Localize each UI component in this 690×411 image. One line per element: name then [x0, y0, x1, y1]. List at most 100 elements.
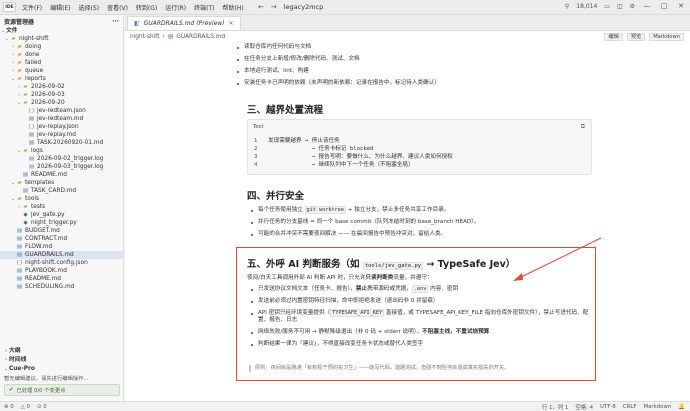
- menu-help[interactable]: 帮助(H): [222, 3, 243, 12]
- tree-file[interactable]: ▤ GUARDRAILS.md: [0, 251, 123, 259]
- tree-file[interactable]: {} night-shift.config.json: [0, 259, 123, 267]
- tree-folder[interactable]: › ▰ 2026-09-02: [0, 83, 123, 91]
- tree-folder[interactable]: ⌄ ▰ templates: [0, 179, 123, 187]
- preview-mode-button[interactable]: 预览: [626, 33, 646, 41]
- list-item: 每个任务使用独立 git worktree + 独立分支，禁止多任务共享工作目录…: [247, 206, 597, 214]
- markdown-file-icon: ▤: [167, 34, 174, 40]
- tree-file[interactable]: ◆ jev_gate.py: [0, 211, 123, 219]
- tree-file[interactable]: ▤ SCHEDULING.md: [0, 283, 123, 291]
- tree-folder[interactable]: ⌄ ▰ logs: [0, 147, 123, 155]
- layout-icon[interactable]: ▭: [604, 3, 610, 10]
- line-ending[interactable]: CRLF: [623, 404, 637, 410]
- menu-file[interactable]: 文件(F): [22, 3, 42, 12]
- encoding[interactable]: UTF-8: [600, 404, 616, 410]
- tree-folder[interactable]: › ▰ doing: [0, 43, 123, 51]
- warnings-indicator[interactable]: △ 0: [21, 404, 30, 410]
- tree-file[interactable]: ▤ README.md: [0, 171, 123, 179]
- tree-folder[interactable]: ⌄ ▰ night-shift: [0, 35, 123, 43]
- copy-icon[interactable]: ⧉: [581, 123, 585, 131]
- title-right: ⚲ 18,014 ▭ ◫ ⚙ — □ ✕: [565, 2, 686, 10]
- section-files-header[interactable]: ⌄ 文件: [0, 27, 123, 35]
- edit-mode-button[interactable]: 编辑: [604, 33, 623, 41]
- folder-icon: ▰: [17, 180, 22, 186]
- menu-view[interactable]: 查看(V): [107, 3, 128, 12]
- title-center: ← → legacy2mcp: [258, 3, 323, 11]
- tree-file[interactable]: ▤ PLAYBOOK.md: [0, 267, 123, 275]
- section-timeline-label: 时间线: [9, 357, 27, 363]
- tree-item-label: reports: [25, 76, 46, 82]
- tree-folder[interactable]: › ▰ 2026-09-03: [0, 91, 123, 99]
- notifications-icon[interactable]: 🔔: [678, 404, 685, 410]
- tab-close-icon[interactable]: ✕: [229, 20, 234, 27]
- tree-folder[interactable]: › ▰ tests: [0, 203, 123, 211]
- tree-file[interactable]: ▤ 2026-09-02_trigger.log: [0, 155, 123, 163]
- account-icon[interactable]: ⚲: [565, 3, 569, 10]
- nav-forward-icon[interactable]: →: [271, 3, 277, 11]
- list-item: 可能的合并冲突不需要夜间解决 —— 在晨间报告中预告冲突对，留给人类。: [247, 231, 597, 238]
- markdown-mode-button[interactable]: Markdown: [649, 33, 684, 41]
- tree-file[interactable]: ▤ TASK_CARD.md: [0, 187, 123, 195]
- tree-file[interactable]: ▤ BUDGET.md: [0, 227, 123, 235]
- menu-go[interactable]: 转到(G): [136, 3, 157, 12]
- project-name[interactable]: legacy2mcp: [284, 3, 324, 11]
- section-outline[interactable]: › 大纲: [0, 347, 123, 356]
- tree-file[interactable]: ▤ jev-replay.md: [0, 131, 123, 139]
- markdown-preview-icon: ◧: [134, 20, 140, 27]
- breadcrumb-item-file[interactable]: GUARDRAILS.md: [176, 34, 225, 40]
- code-line: 4 → 继续队列中下一个任务（不阻塞全局）: [254, 162, 414, 168]
- indentation[interactable]: 空格: 4: [575, 403, 593, 411]
- maximize-button[interactable]: □: [659, 2, 669, 10]
- breadcrumb-sep: ›: [162, 34, 165, 40]
- markdown-file-icon: ▤: [16, 284, 23, 290]
- folder-icon: ▰: [23, 100, 28, 106]
- tree-item-label: night_trigger.py: [31, 220, 77, 226]
- tree-item-label: doing: [25, 44, 42, 50]
- menu-selection[interactable]: 选择(S): [79, 3, 100, 12]
- tree-item-label: PLAYBOOK.md: [25, 268, 67, 274]
- menu-run[interactable]: 运行(R): [165, 3, 186, 12]
- folder-icon: ▰: [23, 148, 28, 154]
- tree-item-label: done: [25, 52, 40, 58]
- more-actions-icon[interactable]: ···: [112, 18, 119, 25]
- tree-item-label: TASK-20260920-01.md: [37, 140, 104, 146]
- markdown-file-icon: ▤: [22, 172, 29, 178]
- menu-edit[interactable]: 编辑(E): [50, 3, 70, 12]
- tree-item-label: 2026-09-20: [31, 100, 65, 106]
- json-file-icon: {}: [16, 260, 23, 266]
- tree-file[interactable]: ▤ CONTRACT.md: [0, 235, 123, 243]
- tree-file[interactable]: ▤ 2026-09-03_trigger.log: [0, 163, 123, 171]
- tree-folder[interactable]: › ▰ queue: [0, 67, 123, 75]
- tree-file[interactable]: ▤ jev-redteam.md: [0, 115, 123, 123]
- tree-file[interactable]: {} jev-redteam.json: [0, 107, 123, 115]
- folder-icon: ▰: [23, 92, 28, 98]
- tree-folder[interactable]: › ▰ failed: [0, 59, 123, 67]
- markdown-file-icon: ▤: [16, 244, 23, 250]
- tree-folder[interactable]: ⌄ ▰ reports: [0, 75, 123, 83]
- language-mode[interactable]: Markdown: [643, 404, 671, 410]
- tree-file[interactable]: ▤ FLOW.md: [0, 243, 123, 251]
- layout-split-icon[interactable]: ◫: [617, 3, 623, 10]
- nav-back-icon[interactable]: ←: [258, 3, 264, 11]
- gear-icon[interactable]: ⚙: [630, 3, 635, 10]
- tab-guardrails-preview[interactable]: ◧ GUARDRAILS.md (Preview) ✕: [127, 16, 241, 30]
- tree-folder[interactable]: ⌄ ▰ tools: [0, 195, 123, 203]
- errors-indicator[interactable]: ⊗ 0: [4, 404, 14, 410]
- tree-file[interactable]: ◆ night_trigger.py: [0, 219, 123, 227]
- tree-folder[interactable]: › ▰ done: [0, 51, 123, 59]
- minimize-button[interactable]: —: [642, 2, 652, 10]
- section-timeline[interactable]: › 时间线: [0, 356, 123, 365]
- info-indicator[interactable]: ⊙ 0: [37, 404, 47, 410]
- breadcrumb-item-folder[interactable]: night-shift: [130, 34, 160, 40]
- section-files-label: 文件: [6, 28, 18, 34]
- section-cue-pro[interactable]: ⌄ Cue-Pro: [0, 365, 123, 374]
- list-item: 发送前必须过内置密钥特征扫描，命中即拒绝发送（退出码非 0 并留痕）: [247, 298, 592, 305]
- menu-terminal[interactable]: 终端(T): [194, 3, 214, 12]
- tree-file[interactable]: ▤ README.md: [0, 275, 123, 283]
- tree-file[interactable]: ▤ TASK-20260920-01.md: [0, 139, 123, 147]
- tree-folder[interactable]: ⌄ ▰ 2026-09-20: [0, 99, 123, 107]
- cursor-position[interactable]: 行 1，列 1: [542, 403, 568, 411]
- tree-file[interactable]: {} jev-replay.json: [0, 123, 123, 131]
- tab-title: GUARDRAILS.md (Preview): [143, 20, 225, 27]
- code-line: 3 → 报告写明：要做什么、为什么越界、建议人类如何授权: [254, 154, 453, 160]
- close-window-button[interactable]: ✕: [676, 2, 686, 10]
